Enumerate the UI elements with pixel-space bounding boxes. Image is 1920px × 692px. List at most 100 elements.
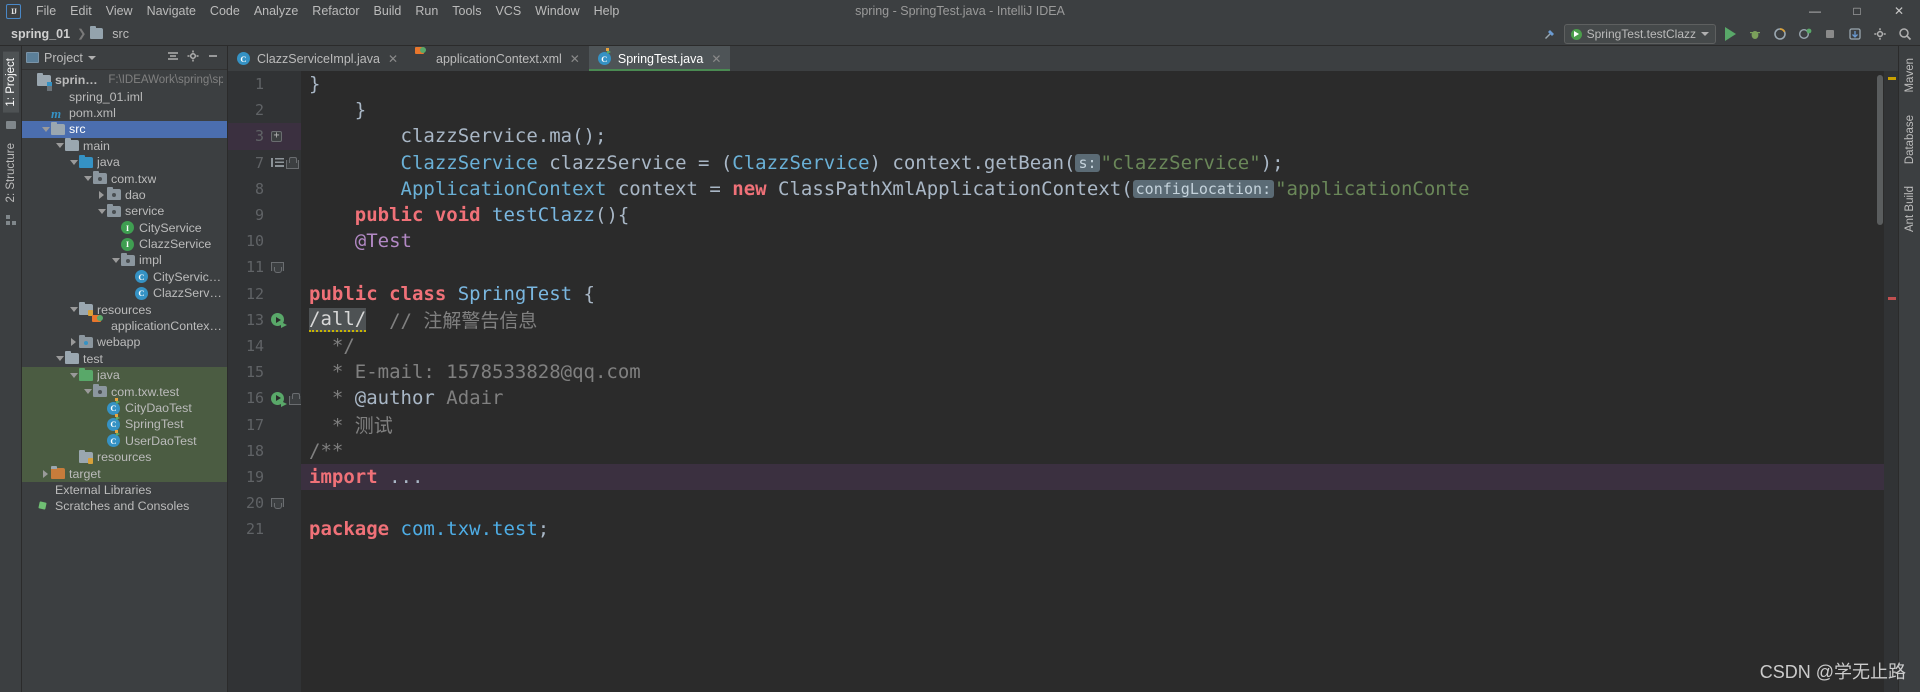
tree-node[interactable]: impl bbox=[22, 252, 227, 268]
code-line[interactable]: public class SpringTest { bbox=[301, 281, 1884, 307]
close-button[interactable]: ✕ bbox=[1878, 0, 1920, 22]
run-button[interactable] bbox=[1719, 24, 1741, 44]
menu-item-navigate[interactable]: Navigate bbox=[140, 2, 203, 20]
code-line[interactable]: @Test bbox=[301, 228, 1884, 254]
chevron-right-icon[interactable] bbox=[40, 469, 51, 478]
run-coverage-button[interactable] bbox=[1769, 24, 1791, 44]
chevron-down-icon[interactable] bbox=[68, 307, 79, 313]
tree-node[interactable]: java bbox=[22, 154, 227, 170]
menu-item-build[interactable]: Build bbox=[367, 2, 409, 20]
menu-item-refactor[interactable]: Refactor bbox=[305, 2, 366, 20]
close-icon[interactable]: ✕ bbox=[570, 52, 580, 66]
javadoc-fold-icon[interactable] bbox=[268, 157, 301, 170]
menu-item-help[interactable]: Help bbox=[587, 2, 627, 20]
tree-node[interactable]: C CityDaoTest bbox=[22, 397, 227, 417]
error-stripe-mark[interactable] bbox=[1888, 297, 1896, 300]
sidebar-item-structure-tab[interactable]: 2: Structure bbox=[3, 137, 19, 208]
tree-node[interactable]: applicationContext.xml bbox=[22, 318, 227, 334]
editor-vertical-scrollbar[interactable] bbox=[1876, 71, 1884, 692]
tree-node[interactable]: test bbox=[22, 351, 227, 367]
editor-tab[interactable]: applicationContext.xml ✕ bbox=[407, 46, 589, 71]
close-icon[interactable]: ✕ bbox=[388, 52, 398, 66]
tree-node[interactable]: C SpringTest bbox=[22, 413, 227, 433]
maximize-button[interactable]: □ bbox=[1836, 0, 1878, 22]
favorites-icon[interactable] bbox=[5, 119, 17, 131]
breadcrumb-item-project[interactable]: spring_01 bbox=[8, 26, 73, 42]
tree-node[interactable]: resources bbox=[22, 448, 227, 466]
chevron-down-icon[interactable] bbox=[40, 126, 51, 132]
tree-node[interactable]: dao bbox=[22, 187, 227, 203]
minimize-button[interactable]: — bbox=[1794, 0, 1836, 22]
menu-item-file[interactable]: File bbox=[29, 2, 63, 20]
structure-nodes-icon[interactable] bbox=[5, 214, 17, 226]
code-line[interactable]: /all/ // 注解警告信息 bbox=[301, 307, 1884, 333]
sidebar-item-ant-tab[interactable]: Ant Build bbox=[1902, 180, 1918, 238]
code-line[interactable] bbox=[301, 490, 1884, 516]
tree-node[interactable]: spring_01.iml bbox=[22, 88, 227, 104]
menu-item-analyze[interactable]: Analyze bbox=[247, 2, 305, 20]
menu-item-edit[interactable]: Edit bbox=[63, 2, 99, 20]
code-line[interactable]: } bbox=[301, 71, 1884, 97]
tree-node[interactable]: Scratches and Consoles bbox=[22, 498, 227, 514]
code-line[interactable]: import ... bbox=[301, 463, 1884, 490]
code-content[interactable]: } } clazzService.ma(); ClazzService claz… bbox=[301, 71, 1884, 692]
chevron-right-icon[interactable] bbox=[96, 190, 107, 199]
menu-item-vcs[interactable]: VCS bbox=[488, 2, 528, 20]
chevron-down-icon[interactable] bbox=[87, 55, 96, 60]
warning-stripe-mark[interactable] bbox=[1888, 77, 1896, 80]
fold-end-icon[interactable] bbox=[268, 497, 301, 509]
breadcrumb-item-src[interactable]: src bbox=[109, 26, 132, 42]
code-line[interactable] bbox=[301, 254, 1884, 280]
tree-node[interactable]: I ClazzService bbox=[22, 236, 227, 252]
menu-item-run[interactable]: Run bbox=[408, 2, 445, 20]
code-line[interactable]: * 测试 bbox=[301, 411, 1884, 437]
profiler-button[interactable] bbox=[1794, 24, 1816, 44]
code-line[interactable]: /** bbox=[301, 438, 1884, 464]
chevron-down-icon[interactable] bbox=[54, 143, 65, 149]
settings-button[interactable] bbox=[1869, 24, 1891, 44]
tree-node[interactable]: com.txw.test bbox=[22, 383, 227, 400]
tree-node[interactable]: com.txw bbox=[22, 170, 227, 186]
code-line[interactable]: * @author Adair bbox=[301, 385, 1884, 411]
gear-icon[interactable] bbox=[186, 49, 200, 66]
tree-node[interactable]: service bbox=[22, 203, 227, 219]
code-line[interactable]: ClazzService clazzService = (ClazzServic… bbox=[301, 150, 1884, 176]
chevron-down-icon[interactable] bbox=[82, 389, 93, 395]
chevron-down-icon[interactable] bbox=[96, 208, 107, 214]
sidebar-item-database-tab[interactable]: Database bbox=[1902, 109, 1918, 170]
tree-node[interactable]: java bbox=[22, 367, 227, 384]
tree-node[interactable]: webapp bbox=[22, 334, 227, 350]
sidebar-item-project-tab[interactable]: 1: Project bbox=[2, 52, 19, 113]
tree-node[interactable]: External Libraries bbox=[22, 482, 227, 498]
tree-node[interactable]: C UserDaoTest bbox=[22, 430, 227, 449]
chevron-down-icon[interactable] bbox=[110, 257, 121, 263]
update-button[interactable] bbox=[1844, 24, 1866, 44]
editor-gutter[interactable]: 1 2 3 +7 8 9 10 11 12 13 14 15 16 17 18 19 20 21 bbox=[228, 71, 302, 692]
hide-icon[interactable] bbox=[206, 49, 220, 66]
tree-node[interactable]: C CityServiceImpl bbox=[22, 269, 227, 285]
editor-tab[interactable]: C ClazzServiceImpl.java ✕ bbox=[228, 46, 407, 71]
run-method-gutter-icon[interactable] bbox=[268, 391, 302, 407]
menu-item-view[interactable]: View bbox=[99, 2, 140, 20]
tree-node[interactable]: resources bbox=[22, 301, 227, 317]
tree-node[interactable]: src bbox=[22, 121, 227, 138]
editor-viewport[interactable]: 1 2 3 +7 8 9 10 11 12 13 14 15 16 17 18 19 20 21 } } claz… bbox=[228, 71, 1898, 692]
tree-node[interactable]: main bbox=[22, 138, 227, 154]
run-class-gutter-icon[interactable] bbox=[268, 313, 301, 329]
debug-button[interactable] bbox=[1744, 24, 1766, 44]
tree-node[interactable]: C ClazzServiceImpl bbox=[22, 285, 227, 301]
chevron-down-icon[interactable] bbox=[82, 176, 93, 182]
chevron-right-icon[interactable] bbox=[68, 338, 79, 347]
stop-button[interactable] bbox=[1819, 24, 1841, 44]
code-line[interactable]: */ bbox=[301, 333, 1884, 359]
fold-expand-icon[interactable]: + bbox=[268, 130, 301, 142]
search-everywhere-button[interactable] bbox=[1894, 24, 1916, 44]
tree-node[interactable]: I CityService bbox=[22, 220, 227, 236]
chevron-down-icon[interactable] bbox=[54, 356, 65, 362]
collapse-all-icon[interactable] bbox=[166, 49, 180, 66]
menu-item-code[interactable]: Code bbox=[203, 2, 247, 20]
tree-node[interactable]: target bbox=[22, 465, 227, 482]
hammer-icon[interactable] bbox=[1539, 24, 1561, 44]
project-tree[interactable]: spring_01 F:\IDEAWork\spring\spring_sprin… bbox=[22, 70, 227, 692]
tree-node[interactable]: m pom.xml bbox=[22, 105, 227, 122]
